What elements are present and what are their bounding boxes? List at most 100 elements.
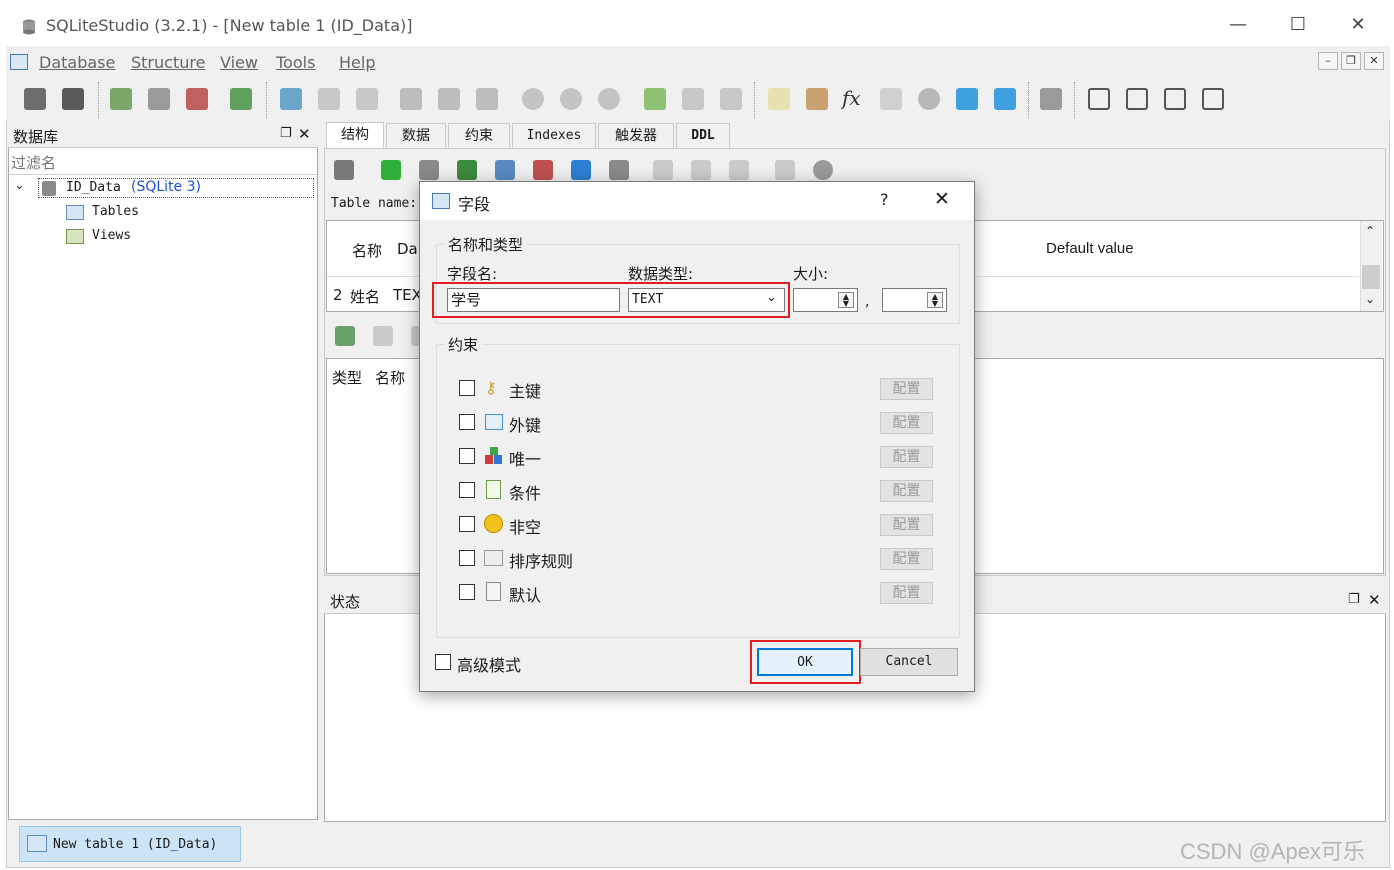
configure-button-collation[interactable]: 配置 [880, 548, 933, 570]
delete-view-icon[interactable] [720, 88, 742, 110]
functions-icon[interactable]: fx [842, 86, 861, 110]
connect-icon[interactable] [24, 88, 46, 110]
panel-close-icon[interactable]: ✕ [298, 125, 311, 143]
dialog-close-button[interactable]: ✕ [934, 188, 950, 210]
tile-horizontal-icon[interactable] [1126, 88, 1148, 110]
scroll-down-icon[interactable]: ⌄ [1365, 292, 1375, 306]
tile-windows-icon[interactable] [1088, 88, 1110, 110]
commit-icon[interactable] [381, 160, 401, 180]
move-up-icon[interactable] [571, 160, 591, 180]
configure-button-foreign-key[interactable]: 配置 [880, 412, 933, 434]
mdi-restore-button[interactable]: ❐ [1341, 52, 1361, 70]
remove-database-icon[interactable] [186, 88, 208, 110]
copy-icon[interactable] [775, 160, 795, 180]
menu-tools[interactable]: Tools [276, 53, 315, 72]
edit-table-icon[interactable] [318, 88, 340, 110]
delete-column-icon[interactable] [533, 160, 553, 180]
populate-icon[interactable] [994, 88, 1016, 110]
fk-icon[interactable] [691, 160, 711, 180]
tree-db-name: ID_Data [66, 180, 121, 195]
new-index-icon[interactable] [400, 88, 422, 110]
tree-expand-icon[interactable]: ⌄ [14, 178, 25, 193]
cons-header-type: 类型 [332, 369, 363, 387]
tab-triggers[interactable]: 触发器 [598, 123, 674, 148]
refresh-structure-icon[interactable] [334, 160, 354, 180]
panel-float-icon[interactable]: ❐ [280, 126, 292, 141]
edit-column-icon[interactable] [495, 160, 515, 180]
refresh-database-icon[interactable] [230, 88, 252, 110]
disconnect-icon[interactable] [62, 88, 84, 110]
checkbox-not-null[interactable] [459, 516, 475, 532]
settings-wrench-icon[interactable] [1040, 88, 1062, 110]
edit-database-icon[interactable] [148, 88, 170, 110]
status-float-icon[interactable]: ❐ [1348, 592, 1360, 607]
status-close-icon[interactable]: ✕ [1368, 591, 1381, 609]
tree-item-tables[interactable]: Tables [92, 204, 139, 219]
scroll-up-icon[interactable]: ⌃ [1365, 224, 1375, 238]
mdi-minimize-button[interactable]: – [1318, 52, 1338, 70]
col-header-name: 名称 [352, 242, 383, 260]
delete-table-icon[interactable] [356, 88, 378, 110]
configure-button-check[interactable]: 配置 [880, 480, 933, 502]
configure-button-default[interactable]: 配置 [880, 582, 933, 604]
cascade-windows-icon[interactable] [1202, 88, 1224, 110]
tab-indexes[interactable]: Indexes [512, 123, 596, 148]
delete-trigger-icon[interactable] [598, 88, 620, 110]
new-trigger-icon[interactable] [522, 88, 544, 110]
unique-toolbar-icon[interactable] [729, 160, 749, 180]
checkbox-collation[interactable] [459, 550, 475, 566]
undo-icon[interactable] [813, 160, 833, 180]
menu-help[interactable]: Help [339, 53, 375, 72]
filter-input[interactable] [9, 151, 317, 175]
tab-structure[interactable]: 结构 [326, 122, 384, 149]
edit-index-icon[interactable] [438, 88, 460, 110]
checkbox-advanced-mode[interactable] [435, 654, 451, 670]
tree-item-views[interactable]: Views [92, 228, 131, 243]
name-type-group-title: 名称和类型 [444, 234, 528, 255]
minimize-button[interactable]: — [1218, 10, 1258, 40]
add-column-icon[interactable] [457, 160, 477, 180]
rollback-icon[interactable] [419, 160, 439, 180]
sql-editor-icon[interactable] [768, 88, 790, 110]
scroll-thumb[interactable] [1362, 265, 1380, 289]
tab-constraints[interactable]: 约束 [448, 123, 510, 148]
configure-button-primary-key[interactable]: 配置 [880, 378, 933, 400]
new-table-icon[interactable] [280, 88, 302, 110]
collations-icon[interactable] [880, 88, 902, 110]
import-icon[interactable] [956, 88, 978, 110]
edit-constraint-icon[interactable] [373, 326, 393, 346]
move-down-icon[interactable] [609, 160, 629, 180]
checkbox-foreign-key[interactable] [459, 414, 475, 430]
delete-index-icon[interactable] [476, 88, 498, 110]
close-window-button[interactable]: ✕ [1338, 10, 1378, 40]
unique-icon [485, 447, 503, 465]
extensions-icon[interactable] [918, 88, 940, 110]
dialog-help-button[interactable]: ? [880, 190, 889, 209]
size-spin-1-arrows[interactable]: ▲ ▼ [838, 292, 854, 308]
checkbox-primary-key[interactable] [459, 380, 475, 396]
tab-data[interactable]: 数据 [386, 123, 446, 148]
configure-button-not-null[interactable]: 配置 [880, 514, 933, 536]
edit-trigger-icon[interactable] [560, 88, 582, 110]
pk-icon[interactable] [653, 160, 673, 180]
add-database-icon[interactable] [110, 88, 132, 110]
checkbox-unique[interactable] [459, 448, 475, 464]
checkbox-default[interactable] [459, 584, 475, 600]
menu-structure[interactable]: Structure [131, 53, 205, 72]
cancel-button[interactable]: Cancel [860, 648, 958, 676]
tab-ddl[interactable]: DDL [676, 123, 730, 148]
foreign-key-icon [485, 414, 503, 430]
menu-database[interactable]: Database [39, 53, 115, 72]
ok-button[interactable]: OK [757, 648, 853, 676]
add-constraint-icon[interactable] [335, 326, 355, 346]
checkbox-check[interactable] [459, 482, 475, 498]
edit-view-icon[interactable] [682, 88, 704, 110]
mdi-close-button[interactable]: ✕ [1364, 52, 1384, 70]
new-view-icon[interactable] [644, 88, 666, 110]
maximize-button[interactable]: ☐ [1278, 10, 1318, 40]
size-spin-2-arrows[interactable]: ▲ ▼ [927, 292, 943, 308]
export-icon[interactable] [806, 88, 828, 110]
configure-button-unique[interactable]: 配置 [880, 446, 933, 468]
menu-view[interactable]: View [220, 53, 258, 72]
tile-vertical-icon[interactable] [1164, 88, 1186, 110]
